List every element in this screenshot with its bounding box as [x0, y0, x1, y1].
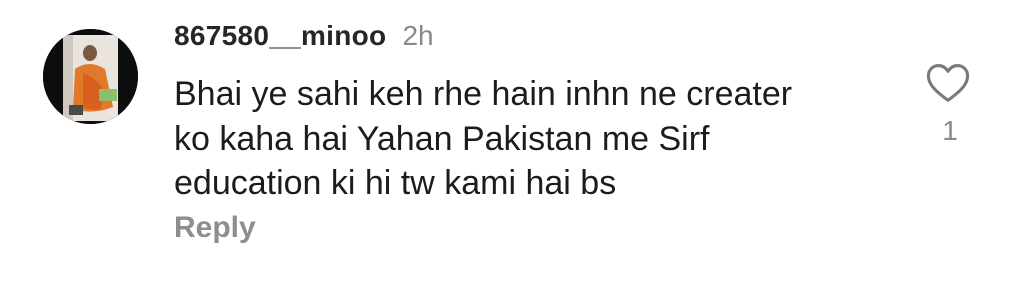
- heart-outline-icon: [926, 63, 970, 102]
- comment-header: 867580__minoo 2h: [174, 20, 434, 60]
- like-count: 1: [942, 115, 958, 146]
- comment-text-line: education ki hi tw kami hai bs: [174, 164, 617, 202]
- comment-text-line: ko kaha hai Yahan Pakistan me Sirf: [174, 119, 710, 158]
- comment-item: 867580__minoo 2h Bhai ye sahi keh rhe ha…: [0, 0, 1024, 285]
- avatar[interactable]: [43, 29, 138, 124]
- avatar-image: [43, 29, 138, 124]
- like-button[interactable]: [923, 58, 973, 108]
- reply-button[interactable]: Reply: [174, 211, 256, 245]
- comment-text-line: Bhai ye sahi keh rhe hain inhn ne create…: [174, 75, 793, 113]
- timestamp: 2h: [402, 20, 434, 51]
- comment-text: Bhai ye sahi keh rhe hain inhn ne create…: [174, 72, 894, 206]
- username[interactable]: 867580__minoo: [174, 20, 386, 52]
